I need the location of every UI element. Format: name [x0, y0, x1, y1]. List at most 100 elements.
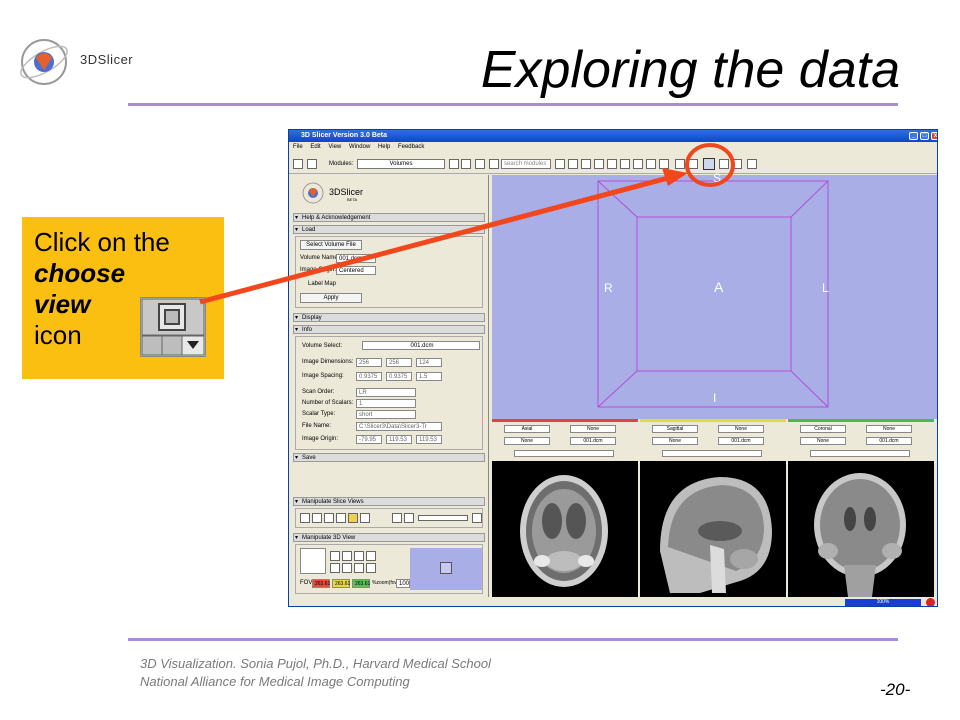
sagittal-fg-select[interactable]: None — [718, 425, 764, 433]
maximize-button[interactable]: □ — [920, 132, 929, 140]
callout-line1: Click on the — [34, 227, 170, 257]
image-origin-select[interactable]: Centered — [336, 266, 376, 275]
slicer-logo: 3DSlicer — [14, 30, 144, 94]
info-panel: Volume Select: 001.dcm Image Dimensions:… — [295, 336, 483, 450]
axial-fg-select[interactable]: None — [570, 425, 616, 433]
redo-icon[interactable] — [688, 159, 698, 169]
axial-bg-select[interactable]: None — [504, 437, 550, 445]
window-level-icon[interactable] — [732, 159, 742, 169]
spin-icon[interactable] — [342, 551, 352, 561]
coronal-color-bar — [788, 419, 934, 422]
slice-link-icon[interactable] — [348, 513, 358, 523]
slice-opacity-slider[interactable] — [418, 515, 468, 521]
coronal-bg-select[interactable]: None — [800, 437, 846, 445]
volume-name-label: Volume Name: — [300, 255, 340, 261]
section-save[interactable]: Save — [293, 453, 485, 462]
slice-pan-icon[interactable] — [404, 513, 414, 523]
sagittal-orientation-select[interactable]: Sagittal — [652, 425, 698, 433]
zoom-out-icon[interactable] — [354, 563, 364, 573]
section-manipulate-slice[interactable]: Manipulate Slice Views — [293, 497, 485, 506]
section-load[interactable]: Load — [293, 225, 485, 234]
axial-slice-view[interactable] — [492, 461, 638, 597]
volume-select-menu[interactable]: 001.dcm — [362, 341, 480, 350]
apply-button[interactable]: Apply — [300, 293, 362, 303]
menu-view[interactable]: View — [328, 144, 341, 150]
crosshair-icon[interactable] — [747, 159, 757, 169]
prev-module-icon[interactable] — [449, 159, 459, 169]
home-icon[interactable] — [293, 159, 303, 169]
window-title: 3D Slicer Version 3.0 Beta — [301, 132, 387, 139]
menu-feedback[interactable]: Feedback — [398, 144, 424, 150]
ortho-icon[interactable] — [366, 551, 376, 561]
conventional-layout-icon[interactable] — [719, 159, 729, 169]
slice-label-icon[interactable] — [336, 513, 346, 523]
fiducial-icon[interactable] — [581, 159, 591, 169]
select-volume-file-button[interactable]: Select Volume File — [300, 240, 362, 250]
data-icon[interactable] — [307, 159, 317, 169]
slices-icon[interactable] — [594, 159, 604, 169]
close-button[interactable]: x — [931, 132, 937, 140]
sagittal-color-bar — [640, 419, 786, 422]
coronal-fg-select[interactable]: None — [866, 425, 912, 433]
fov-r[interactable]: 263.61 — [312, 579, 330, 588]
zoom-field[interactable]: 100 — [396, 579, 410, 588]
coronal-orientation-select[interactable]: Coronal — [800, 425, 846, 433]
sagittal-slice-view[interactable] — [640, 461, 786, 597]
screenshot-icon[interactable] — [366, 563, 376, 573]
volume-name-field[interactable]: 001.dcm — [336, 254, 376, 263]
slice-fit-icon[interactable] — [300, 513, 310, 523]
axial-orientation-select[interactable]: Axial — [504, 425, 550, 433]
menu-window[interactable]: Window — [349, 144, 370, 150]
axial-label-select[interactable]: 001.dcm — [570, 437, 616, 445]
section-info[interactable]: Info — [293, 325, 485, 334]
axial-slider[interactable] — [514, 450, 614, 457]
search-icon[interactable] — [555, 159, 565, 169]
menu-edit[interactable]: Edit — [310, 144, 320, 150]
slice-reset-icon[interactable] — [472, 513, 482, 523]
next-module-icon[interactable] — [461, 159, 471, 169]
stop-icon[interactable] — [926, 598, 935, 606]
menu-help[interactable]: Help — [378, 144, 390, 150]
label-map-checkbox[interactable]: Label Map — [308, 281, 336, 287]
camera-icon[interactable] — [568, 159, 578, 169]
look-from-icon[interactable] — [330, 563, 340, 573]
fov-s[interactable]: 263.61 — [352, 579, 370, 588]
modules-select[interactable]: Volumes — [357, 159, 445, 169]
callout-line2: choose — [34, 258, 126, 288]
sagittal-slider[interactable] — [662, 450, 762, 457]
undo-icon[interactable] — [675, 159, 685, 169]
models-icon[interactable] — [607, 159, 617, 169]
coronal-slice-view[interactable] — [788, 461, 934, 597]
3d-view[interactable]: S R A L I — [492, 171, 937, 419]
zoom-in-icon[interactable] — [342, 563, 352, 573]
section-display[interactable]: Display — [293, 313, 485, 322]
menu-file[interactable]: File — [293, 144, 303, 150]
color-icon[interactable] — [659, 159, 669, 169]
rock-icon[interactable] — [354, 551, 364, 561]
transforms-icon[interactable] — [620, 159, 630, 169]
dimension-z: 124 — [416, 358, 442, 367]
axis-navigator-icon[interactable] — [300, 548, 326, 574]
slice-grid-icon[interactable] — [360, 513, 370, 523]
slice-fg-icon[interactable] — [312, 513, 322, 523]
fov-a[interactable]: 263.61 — [332, 579, 350, 588]
num-scalars-field: 1 — [356, 399, 416, 408]
coronal-slider[interactable] — [810, 450, 910, 457]
slice-bg-icon[interactable] — [324, 513, 334, 523]
choose-view-button[interactable] — [703, 158, 715, 170]
refresh-icon[interactable] — [489, 159, 499, 169]
editor-icon[interactable] — [633, 159, 643, 169]
section-help[interactable]: Help & Acknowledgement — [293, 213, 485, 222]
toolbar: Modules: Volumes search modules — [289, 154, 937, 174]
sagittal-label-select[interactable]: 001.dcm — [718, 437, 764, 445]
slice-zoom-icon[interactable] — [392, 513, 402, 523]
coronal-label-select[interactable]: 001.dcm — [866, 437, 912, 445]
minimize-button[interactable]: _ — [909, 132, 918, 140]
section-manipulate-3d[interactable]: Manipulate 3D View — [293, 533, 485, 542]
measure-icon[interactable] — [646, 159, 656, 169]
search-input[interactable]: search modules — [501, 159, 551, 169]
rotate-icon[interactable] — [330, 551, 340, 561]
sagittal-bg-select[interactable]: None — [652, 437, 698, 445]
origin-z: 119.53 — [416, 435, 442, 444]
module-history-icon[interactable] — [475, 159, 485, 169]
